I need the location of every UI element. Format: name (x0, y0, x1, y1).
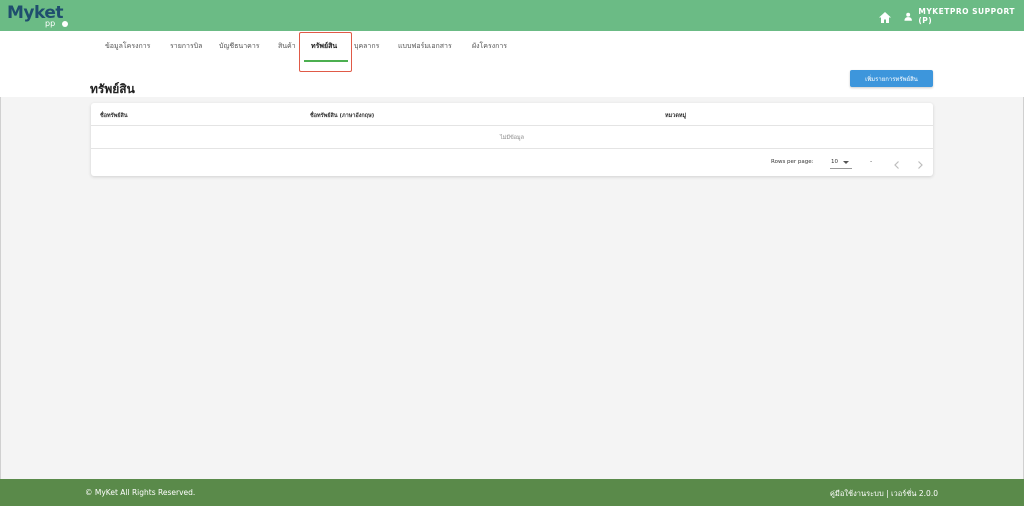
user-name: MYKETPRO SUPPORT (P) (918, 7, 1015, 25)
tab-project-plan[interactable]: ผังโครงการ (472, 41, 507, 52)
user-menu[interactable]: MYKETPRO SUPPORT (P) (904, 7, 1024, 25)
tab-bank-accounts[interactable]: บัญชีธนาคาร (219, 41, 260, 52)
active-tab-highlight-box (299, 32, 352, 72)
home-icon (879, 12, 891, 23)
body-divider (91, 148, 933, 149)
rows-per-page-value: 10 (831, 159, 838, 165)
rows-per-page-select[interactable]: 10 (830, 155, 852, 169)
copyright-text: © MyKet All Rights Reserved. (85, 488, 196, 497)
tab-personnel[interactable]: บุคลากร (354, 41, 379, 52)
myket-logo[interactable]: Myket pp (7, 3, 77, 29)
user-icon (904, 12, 912, 21)
rows-per-page-label: Rows per page: (771, 159, 814, 165)
tab-document-forms[interactable]: แบบฟอร์มเอกสาร (398, 41, 452, 52)
chevron-right-icon (918, 161, 923, 169)
tab-project-info[interactable]: ข้อมูลโครงการ (105, 41, 150, 52)
page-header: ข้อมูลโครงการ รายการบิล บัญชีธนาคาร สินค… (0, 31, 1024, 97)
tab-bills[interactable]: รายการบิล (170, 41, 202, 52)
tab-products[interactable]: สินค้า (278, 41, 296, 52)
caret-down-icon (843, 161, 849, 164)
pagination-range: - (870, 158, 873, 165)
page-title: ทรัพย์สิน (90, 82, 135, 97)
header-divider (91, 125, 933, 126)
footer: © MyKet All Rights Reserved. คู่มือใช้งา… (0, 479, 1024, 506)
column-header-asset-name-en[interactable]: ชื่อทรัพย์สิน (ภาษาอังกฤษ) (310, 112, 374, 120)
active-tab-indicator (304, 60, 348, 62)
tab-assets[interactable]: ทรัพย์สิน (311, 41, 337, 52)
column-header-asset-name[interactable]: ชื่อทรัพย์สิน (100, 112, 128, 120)
logo-subtext: pp (45, 19, 56, 28)
next-page-button[interactable] (914, 156, 926, 169)
top-app-bar: Myket pp MYKETPRO SUPPORT (P) (0, 0, 1024, 31)
previous-page-button[interactable] (891, 156, 903, 169)
home-button[interactable] (878, 9, 892, 23)
manual-version-link[interactable]: คู่มือใช้งานระบบ | เวอร์ชั่น 2.0.0 (830, 488, 938, 500)
logo-dot-icon (62, 21, 68, 27)
column-header-category[interactable]: หมวดหมู่ (665, 112, 686, 120)
chevron-left-icon (894, 161, 899, 169)
add-asset-button[interactable]: เพิ่มรายการทรัพย์สิน (850, 70, 933, 87)
empty-state-text: ไม่มีข้อมูล (499, 135, 525, 141)
assets-table: ชื่อทรัพย์สิน ชื่อทรัพย์สิน (ภาษาอังกฤษ)… (91, 103, 933, 176)
